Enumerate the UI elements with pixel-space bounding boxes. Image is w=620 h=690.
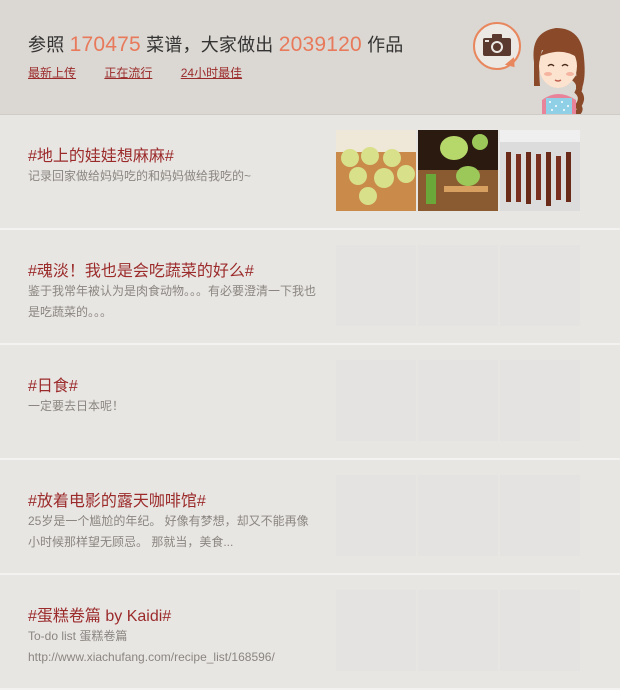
thumbnail-placeholder[interactable] (418, 245, 498, 326)
list-item-title[interactable]: #放着电影的露天咖啡馆# (28, 487, 206, 511)
thumbnail-strip (336, 475, 580, 556)
site-header: 参照 170475 菜谱，大家做出 2039120 作品 最新上传 正在流行 2… (0, 0, 620, 115)
thumbnail-placeholder[interactable] (500, 590, 580, 671)
camera-icon (483, 34, 511, 56)
thumbnail-placeholder[interactable] (336, 245, 416, 326)
stats-line: 参照 170475 菜谱，大家做出 2039120 作品 (28, 31, 403, 57)
list-item-desc: 一定要去日本呢！ (28, 399, 125, 413)
list-item[interactable]: #日食# 一定要去日本呢！ (0, 345, 620, 460)
list-item-desc: 25岁是一个尴尬的年纪。 好像有梦想，却又不能再像小时候那样望无顾忌。 那就当，… (28, 514, 309, 549)
thumbnail-strip (336, 360, 580, 441)
thumbnail-strip (336, 245, 580, 326)
link-popular[interactable]: 正在流行 (104, 66, 152, 80)
list-item-desc: 鉴于我常年被认为是肉食动物。。。有必要澄清一下我也是吃蔬菜的。。。 (28, 284, 317, 319)
thumbnail-placeholder[interactable] (500, 475, 580, 556)
thumbnail-image[interactable] (336, 130, 416, 211)
list-item[interactable]: #魂淡！我也是会吃蔬菜的好么# 鉴于我常年被认为是肉食动物。。。有必要澄清一下我… (0, 230, 620, 345)
list-item-desc: 记录回家做给妈妈吃的和妈妈做给我吃的~ (28, 169, 252, 183)
list-item[interactable]: #地上的娃娃想麻麻# 记录回家做给妈妈吃的和妈妈做给我吃的~ (0, 115, 620, 230)
thumbnail-image[interactable] (500, 130, 580, 211)
girl-avatar (533, 28, 585, 114)
link-24h-best[interactable]: 24小时最佳 (181, 66, 242, 80)
thumbnail-placeholder[interactable] (336, 360, 416, 441)
stats-suffix: 作品 (367, 35, 404, 55)
sort-links: 最新上传 正在流行 24小时最佳 (28, 64, 267, 81)
list-item-title[interactable]: #地上的娃娃想麻麻# (28, 142, 174, 166)
thumbnail-placeholder[interactable] (500, 360, 580, 441)
thumbnail-placeholder[interactable] (500, 245, 580, 326)
list-item[interactable]: #放着电影的露天咖啡馆# 25岁是一个尴尬的年纪。 好像有梦想，却又不能再像小时… (0, 460, 620, 575)
thumbnail-placeholder[interactable] (418, 360, 498, 441)
thumbnail-image[interactable] (418, 130, 498, 211)
thumbnail-strip (336, 130, 580, 211)
thumbnail-strip (336, 590, 580, 671)
list-item-title[interactable]: #魂淡！我也是会吃蔬菜的好么# (28, 257, 254, 281)
stats-middle: 菜谱，大家做出 (146, 35, 274, 55)
works-count: 2039120 (278, 33, 362, 56)
list-item[interactable]: #蛋糕卷篇 by Kaidi# To-do list 蛋糕卷篇 http://w… (0, 575, 620, 690)
thumbnail-placeholder[interactable] (336, 590, 416, 671)
link-latest[interactable]: 最新上传 (28, 66, 76, 80)
thumbnail-placeholder[interactable] (418, 475, 498, 556)
recipe-list: #地上的娃娃想麻麻# 记录回家做给妈妈吃的和妈妈做给我吃的~ #魂淡！我也是会吃… (0, 115, 620, 690)
stats-prefix: 参照 (28, 35, 65, 55)
upload-photo-button[interactable] (473, 22, 521, 70)
list-item-desc: To-do list 蛋糕卷篇 http://www.xiachufang.co… (28, 629, 275, 664)
list-item-title[interactable]: #日食# (28, 372, 78, 396)
thumbnail-placeholder[interactable] (336, 475, 416, 556)
thumbnail-placeholder[interactable] (418, 590, 498, 671)
list-item-title[interactable]: #蛋糕卷篇 by Kaidi# (28, 602, 171, 626)
recipe-count: 170475 (69, 33, 141, 56)
